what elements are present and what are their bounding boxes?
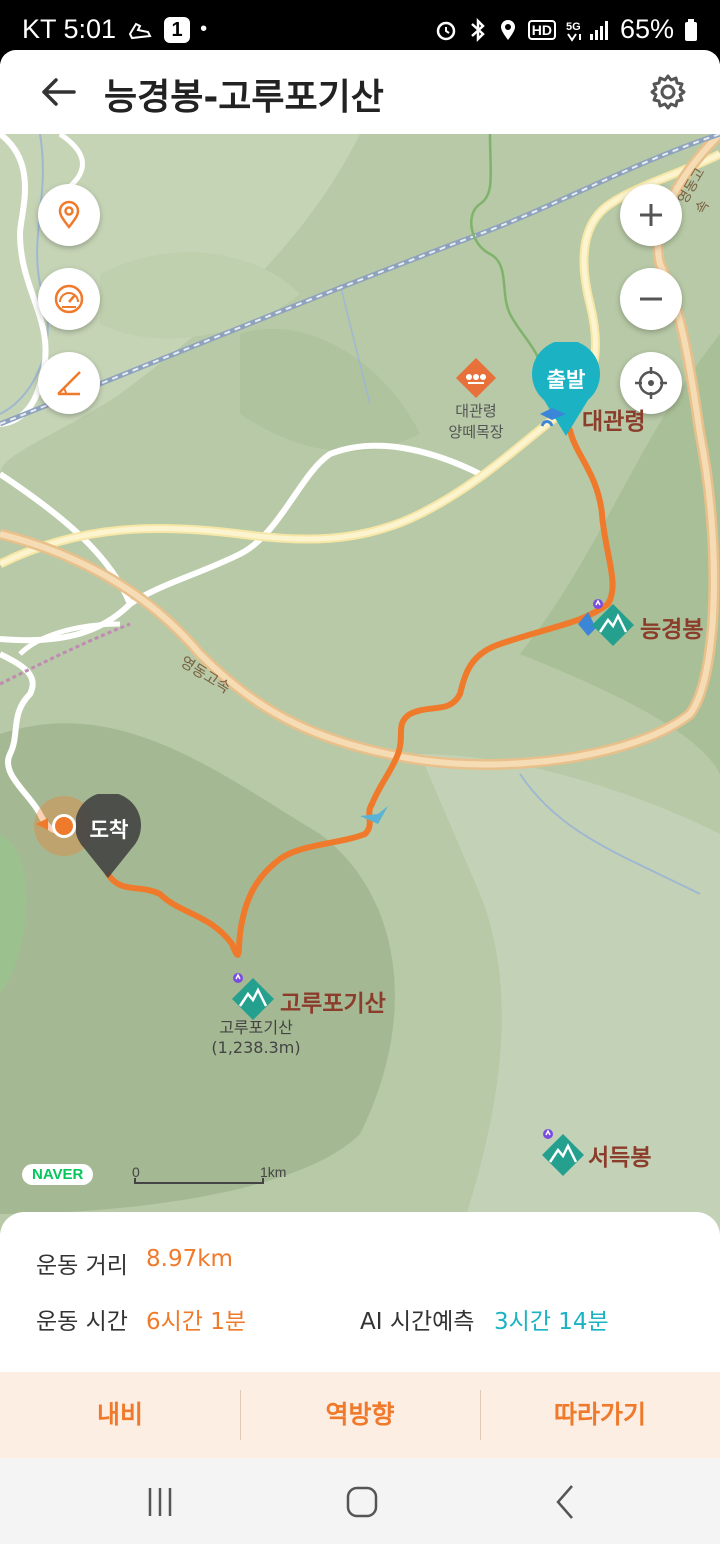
bluetooth-icon — [470, 17, 485, 42]
reverse-button[interactable]: 역방향 — [240, 1372, 480, 1458]
carrier-time: KT 5:01 — [22, 14, 117, 44]
mountain-peak-icon — [592, 599, 634, 646]
scale-bar — [134, 1178, 264, 1184]
ai-time-value: 3시간 14분 — [494, 1309, 609, 1335]
notification-icon: 1 — [164, 16, 191, 43]
mountain-peak-icon — [542, 1129, 584, 1176]
shoe-icon — [128, 22, 152, 39]
heading-arrow-icon — [36, 818, 48, 830]
hd-icon: HD — [527, 19, 556, 40]
5g-signal-icon: 5G — [566, 20, 608, 42]
system-nav-bar — [0, 1458, 720, 1544]
gorupogisan-sub-name: 고루포기산 — [219, 1018, 293, 1037]
gorupogisan-sub-elevation: (1,238.3m) — [211, 1038, 301, 1057]
time-value: 6시간 1분 — [146, 1309, 247, 1335]
end-badge-label: 도착 — [89, 818, 129, 842]
ranch-marker-icon — [456, 358, 496, 398]
back-arrow-icon[interactable] — [36, 72, 80, 112]
navi-button[interactable]: 내비 — [0, 1372, 240, 1458]
location-marker-button[interactable] — [38, 184, 100, 246]
gorupogisan-label: 고루포기산 — [280, 991, 386, 1017]
ranch-label-line1: 대관령 — [455, 402, 497, 420]
alarm-icon — [436, 21, 455, 40]
end-marker[interactable]: 도착 — [76, 794, 146, 880]
battery-icon — [685, 18, 697, 41]
distance-label: 운동 거리 — [36, 1253, 128, 1279]
map-canvas[interactable] — [0, 134, 720, 1234]
home-icon[interactable] — [342, 1482, 382, 1522]
minus-icon — [640, 297, 662, 301]
speedometer-button[interactable] — [38, 268, 100, 330]
action-bar: 내비 역방향 따라가기 — [0, 1372, 720, 1458]
settings-gear-icon[interactable] — [648, 72, 688, 112]
recent-apps-icon[interactable] — [140, 1482, 180, 1522]
time-label: 운동 시간 — [36, 1309, 128, 1335]
scale-zero: 0 — [132, 1164, 140, 1180]
naver-logo: NAVER — [22, 1164, 94, 1185]
route-info-panel: 운동 거리 8.97km 운동 시간 6시간 1분 AI 시간예측 3시간 14… — [0, 1212, 720, 1372]
map-scale: 0 1km — [132, 1164, 286, 1186]
daegwallyeong-label: 대관령 — [582, 409, 646, 435]
back-nav-icon[interactable] — [546, 1482, 586, 1522]
map-pin-icon — [58, 200, 80, 230]
zoom-in-button[interactable] — [620, 184, 682, 246]
crosshair-icon — [635, 367, 667, 399]
neunggyeongbong-poi[interactable]: 능경봉 — [590, 598, 703, 652]
plus-icon — [640, 204, 662, 226]
seodeukbong-poi[interactable]: 서득봉 — [540, 1128, 651, 1182]
neunggyeongbong-label: 능경봉 — [640, 617, 704, 643]
battery-percent: 65% — [619, 14, 674, 44]
gorupogisan-sublabel: 고루포기산 (1,238.3m) — [196, 1014, 316, 1057]
zoom-out-button[interactable] — [620, 268, 682, 330]
follow-button[interactable]: 따라가기 — [480, 1372, 720, 1458]
page-title: 능경봉-고루포기산 — [104, 77, 384, 118]
ranch-poi[interactable]: 대관령 양떼목장 — [440, 356, 512, 442]
app-header: 능경봉-고루포기산 — [0, 50, 720, 135]
ai-time-label: AI 시간예측 — [360, 1309, 475, 1335]
ranch-label-line2: 양떼목장 — [448, 423, 504, 441]
scale-km: 1km — [260, 1164, 287, 1180]
seodeukbong-label: 서득봉 — [588, 1145, 652, 1171]
slope-icon — [57, 371, 81, 396]
start-badge-label: 출발 — [546, 368, 586, 392]
speedometer-icon — [54, 284, 84, 314]
svg-text:5G: 5G — [566, 21, 581, 33]
map-view[interactable]: 영동고속 영동고속 대관령 양떼목장 출발 대관령 능경봉 고루포기산 고루포기… — [0, 134, 720, 1234]
trailhead-icon — [540, 408, 566, 427]
dot-icon: • — [200, 18, 208, 40]
location-icon — [500, 19, 515, 40]
current-location-dot — [52, 814, 76, 838]
distance-value: 8.97km — [146, 1246, 233, 1272]
elevation-button[interactable] — [38, 352, 100, 414]
